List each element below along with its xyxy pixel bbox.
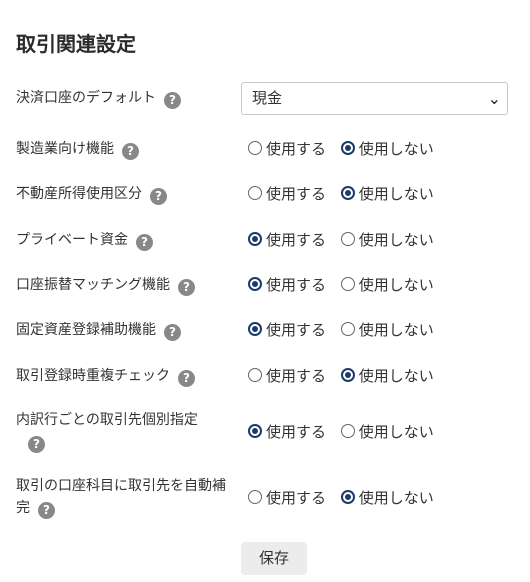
radio-button[interactable]: [248, 490, 262, 504]
radio-button[interactable]: [340, 277, 355, 291]
radio-use[interactable]: 使用する: [248, 229, 326, 251]
default-account-value: 現金: [252, 89, 283, 107]
setting-label: 取引の口座科目に取引先を自動補: [16, 478, 226, 494]
radio-group: 使用する 使用しない: [248, 487, 444, 509]
setting-row-manufacturing: 製造業向け機能? 使用する 使用しない: [16, 138, 516, 160]
setting-row-fixed-asset: 固定資産登録補助機能? 使用する 使用しない: [16, 319, 516, 341]
radio-group: 使用する 使用しない: [248, 365, 444, 387]
radio-button-selected[interactable]: [340, 490, 355, 504]
radio-group: 使用する 使用しない: [248, 138, 444, 160]
radio-group: 使用する 使用しない: [248, 229, 444, 251]
setting-label-cont: 完: [16, 500, 30, 516]
radio-button[interactable]: [340, 322, 355, 336]
setting-row-real-estate: 不動産所得使用区分? 使用する 使用しない: [16, 183, 516, 205]
radio-use[interactable]: 使用する: [248, 274, 326, 296]
save-button[interactable]: 保存: [241, 542, 307, 575]
radio-group: 使用する 使用しない: [248, 274, 444, 296]
page-title: 取引関連設定: [16, 32, 136, 56]
setting-label: 固定資産登録補助機能: [16, 322, 156, 338]
radio-button[interactable]: [248, 186, 262, 200]
radio-use[interactable]: 使用する: [248, 487, 326, 509]
setting-row-line-item-partner: 内訳行ごとの取引先個別指定 ? 使用する 使用しない: [16, 409, 516, 457]
radio-no-use[interactable]: 使用しない: [340, 183, 434, 205]
radio-button[interactable]: [340, 232, 355, 246]
setting-row-auto-complete-partner: 取引の口座科目に取引先を自動補 完? 使用する 使用しない: [16, 475, 516, 523]
radio-use[interactable]: 使用する: [248, 138, 326, 160]
radio-group: 使用する 使用しない: [248, 421, 444, 443]
help-icon[interactable]: ?: [150, 188, 167, 205]
radio-use[interactable]: 使用する: [248, 319, 326, 341]
radio-group: 使用する 使用しない: [248, 319, 444, 341]
radio-use[interactable]: 使用する: [248, 183, 326, 205]
radio-button[interactable]: [340, 424, 355, 438]
radio-group: 使用する 使用しない: [248, 183, 444, 205]
setting-label: 取引登録時重複チェック: [16, 368, 170, 384]
setting-label: 不動産所得使用区分: [16, 186, 142, 202]
help-icon[interactable]: ?: [38, 502, 55, 519]
setting-label: プライベート資金: [16, 232, 128, 248]
setting-row-transfer-matching: 口座振替マッチング機能? 使用する 使用しない: [16, 274, 516, 296]
radio-use[interactable]: 使用する: [248, 421, 326, 443]
setting-label: 口座振替マッチング機能: [16, 277, 170, 293]
help-icon[interactable]: ?: [164, 92, 181, 109]
settings-panel: 取引関連設定 決済口座のデフォルト? 現金 ⌄ 製造業向け機能? 使用する 使用…: [0, 0, 530, 582]
radio-use[interactable]: 使用する: [248, 365, 326, 387]
help-icon[interactable]: ?: [164, 324, 181, 341]
setting-row-duplicate-check: 取引登録時重複チェック? 使用する 使用しない: [16, 365, 516, 387]
setting-row-private-funds: プライベート資金? 使用する 使用しない: [16, 229, 516, 251]
setting-label: 製造業向け機能: [16, 141, 114, 157]
radio-button-selected[interactable]: [248, 424, 262, 438]
radio-no-use[interactable]: 使用しない: [340, 421, 434, 443]
setting-label: 決済口座のデフォルト: [16, 90, 156, 106]
radio-button-selected[interactable]: [248, 277, 262, 291]
radio-button-selected[interactable]: [248, 232, 262, 246]
radio-no-use[interactable]: 使用しない: [340, 229, 434, 251]
help-icon[interactable]: ?: [122, 143, 139, 160]
default-account-select[interactable]: 現金 ⌄: [241, 82, 508, 115]
setting-row-default-account: 決済口座のデフォルト? 現金 ⌄: [16, 82, 516, 115]
radio-button-selected[interactable]: [340, 368, 355, 382]
radio-button-selected[interactable]: [340, 141, 355, 155]
radio-button-selected[interactable]: [340, 186, 355, 200]
help-icon[interactable]: ?: [28, 436, 45, 453]
radio-no-use[interactable]: 使用しない: [340, 274, 434, 296]
help-icon[interactable]: ?: [178, 279, 195, 296]
radio-no-use[interactable]: 使用しない: [340, 319, 434, 341]
radio-button-selected[interactable]: [248, 322, 262, 336]
setting-label: 内訳行ごとの取引先個別指定: [16, 412, 198, 428]
radio-button[interactable]: [248, 141, 262, 155]
radio-no-use[interactable]: 使用しない: [340, 365, 434, 387]
radio-no-use[interactable]: 使用しない: [340, 487, 434, 509]
chevron-down-icon: ⌄: [487, 89, 501, 108]
help-icon[interactable]: ?: [178, 370, 195, 387]
help-icon[interactable]: ?: [136, 234, 153, 251]
radio-button[interactable]: [248, 368, 262, 382]
radio-no-use[interactable]: 使用しない: [340, 138, 434, 160]
